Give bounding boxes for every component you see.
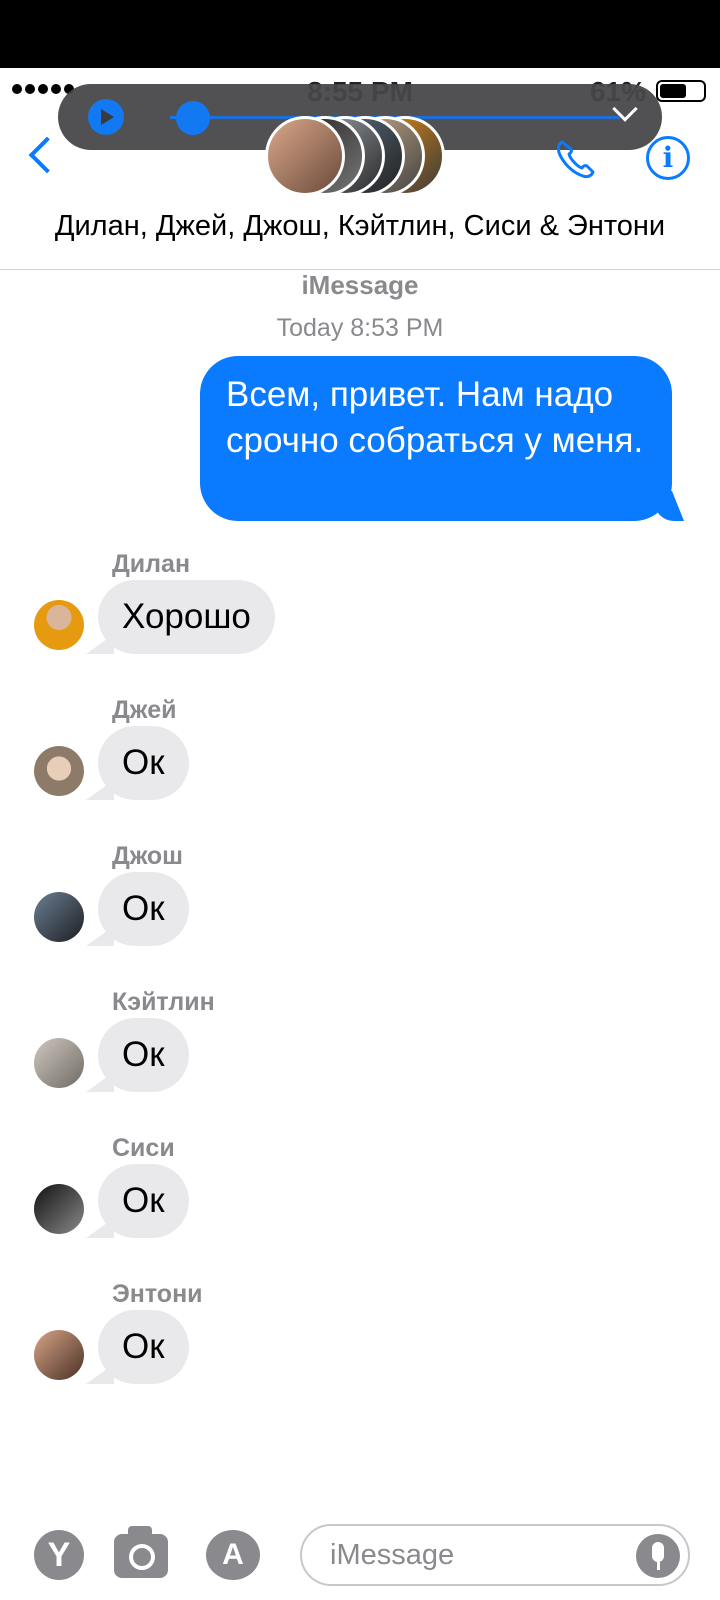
- incoming-message-group: Джей Ок: [0, 696, 720, 836]
- avatar[interactable]: [34, 1038, 84, 1088]
- app-store-icon[interactable]: A: [206, 1530, 260, 1580]
- incoming-message[interactable]: Ок: [98, 726, 189, 800]
- phone-icon[interactable]: [552, 136, 598, 182]
- camera-icon[interactable]: [114, 1526, 168, 1578]
- incoming-message-group: Дилан Хорошо: [0, 550, 720, 690]
- battery-icon: [656, 80, 706, 102]
- info-icon[interactable]: i: [646, 136, 690, 180]
- incoming-message[interactable]: Ок: [98, 872, 189, 946]
- avatar[interactable]: [34, 892, 84, 942]
- sender-name: Сиси: [112, 1134, 175, 1162]
- incoming-message-group: Кэйтлин Ок: [0, 988, 720, 1128]
- sender-name: Энтони: [112, 1280, 203, 1308]
- avatar[interactable]: [34, 1330, 84, 1380]
- yandex-app-icon[interactable]: Y: [34, 1530, 84, 1580]
- incoming-message-group: Энтони Ок: [0, 1280, 720, 1420]
- avatar[interactable]: [34, 746, 84, 796]
- sender-name: Джош: [112, 842, 184, 870]
- message-composer: Y A iMessage: [0, 1500, 720, 1600]
- incoming-message[interactable]: Ок: [98, 1018, 189, 1092]
- sender-name: Дилан: [112, 550, 191, 578]
- chevron-left-icon[interactable]: [28, 136, 66, 174]
- sender-name: Джей: [112, 696, 177, 724]
- avatar[interactable]: [34, 1184, 84, 1234]
- group-name[interactable]: Дилан, Джей, Джош, Кэйтлин, Сиси & Энтон…: [0, 210, 720, 243]
- avatar: [265, 116, 345, 196]
- microphone-icon[interactable]: [636, 1534, 680, 1578]
- message-input[interactable]: iMessage: [300, 1524, 690, 1586]
- conversation-header: i Дилан, Джей, Джош, Кэйтлин, Сиси & Энт…: [0, 110, 720, 270]
- group-avatar-stack[interactable]: [265, 116, 455, 200]
- outgoing-message[interactable]: Всем, привет. Нам надо срочно собраться …: [200, 356, 684, 521]
- incoming-message-group: Джош Ок: [0, 842, 720, 982]
- incoming-message[interactable]: Хорошо: [98, 580, 275, 654]
- sender-name: Кэйтлин: [112, 988, 215, 1016]
- outgoing-message-text: Всем, привет. Нам надо срочно собраться …: [226, 375, 644, 460]
- incoming-message[interactable]: Ок: [98, 1310, 189, 1384]
- message-input-placeholder: iMessage: [330, 1539, 455, 1571]
- service-label: iMessage: [301, 270, 419, 300]
- incoming-message[interactable]: Ок: [98, 1164, 189, 1238]
- battery-level: [660, 84, 686, 98]
- top-black-bar: [0, 0, 720, 68]
- bubble-tail: [654, 491, 684, 521]
- thread-timestamp: Today 8:53 PM: [276, 314, 444, 342]
- avatar[interactable]: [34, 600, 84, 650]
- incoming-message-group: Сиси Ок: [0, 1134, 720, 1274]
